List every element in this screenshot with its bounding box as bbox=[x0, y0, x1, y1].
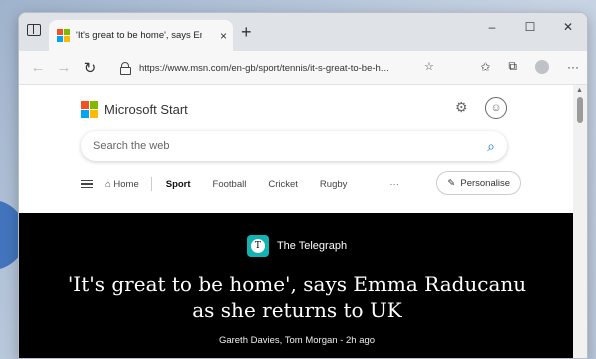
nav-home-label: Home bbox=[113, 178, 139, 190]
nav-more-button[interactable]: ··· bbox=[389, 179, 399, 190]
tab-close-icon[interactable]: × bbox=[220, 29, 227, 43]
menu-icon[interactable] bbox=[81, 180, 93, 188]
tab-strip: 'It's great to be home', says Emm × + – … bbox=[19, 13, 587, 51]
tab-title: 'It's great to be home', says Emm bbox=[76, 30, 202, 41]
search-input[interactable] bbox=[93, 140, 488, 152]
nav-item-rugby[interactable]: Rugby bbox=[320, 179, 347, 190]
lock-icon[interactable] bbox=[119, 62, 131, 75]
microsoft-logo-icon bbox=[81, 101, 98, 118]
address-bar[interactable]: https://www.msn.com/en-gb/sport/tennis/i… bbox=[119, 56, 479, 80]
browser-tab[interactable]: 'It's great to be home', says Emm × bbox=[49, 20, 233, 51]
nav-item-home[interactable]: ⌂ Home bbox=[105, 179, 139, 190]
collections-icon[interactable]: ⧉ bbox=[508, 59, 517, 74]
forward-button[interactable]: → bbox=[51, 59, 77, 76]
personalise-button[interactable]: ✎ Personalise bbox=[436, 171, 521, 195]
brand[interactable]: Microsoft Start bbox=[81, 101, 188, 118]
page-scrollbar[interactable]: ▲ bbox=[573, 85, 587, 358]
search-icon[interactable]: ⌕ bbox=[487, 138, 495, 155]
browser-window: 'It's great to be home', says Emm × + – … bbox=[18, 12, 588, 359]
url-text[interactable]: https://www.msn.com/en-gb/sport/tennis/i… bbox=[139, 63, 409, 74]
article-byline: Gareth Davies, Tom Morgan - 2h ago bbox=[218, 335, 376, 346]
page-viewport: Microsoft Start ⚙ ☺ ⌕ ⌂ Home Sport Footb… bbox=[19, 85, 575, 358]
telegraph-logo-icon: T bbox=[246, 235, 269, 257]
toolbar-icons: ✩ ⧉ ··· bbox=[480, 59, 579, 74]
tab-actions-icon[interactable] bbox=[27, 24, 41, 36]
back-button[interactable]: ← bbox=[25, 59, 51, 76]
more-options-icon[interactable]: ··· bbox=[567, 60, 579, 74]
nav-item-cricket[interactable]: Cricket bbox=[268, 179, 298, 190]
article-headline: 'It's great to be home', says Emma Raduc… bbox=[62, 271, 532, 323]
refresh-button[interactable]: ↻ bbox=[77, 59, 103, 77]
publisher-name: The Telegraph bbox=[276, 240, 348, 252]
personalise-label: Personalise bbox=[460, 177, 510, 189]
publisher[interactable]: T The Telegraph bbox=[19, 235, 575, 257]
pencil-icon: ✎ bbox=[447, 177, 456, 189]
msn-favicon-icon bbox=[57, 29, 70, 42]
minimize-button[interactable]: – bbox=[473, 13, 511, 41]
maximize-button[interactable]: ☐ bbox=[511, 13, 549, 41]
article-header: T The Telegraph 'It's great to be home',… bbox=[19, 213, 575, 358]
new-tab-button[interactable]: + bbox=[241, 22, 252, 43]
nav-item-football[interactable]: Football bbox=[213, 179, 247, 190]
close-window-button[interactable]: ✕ bbox=[549, 13, 587, 41]
window-controls: – ☐ ✕ bbox=[473, 13, 587, 41]
account-icon[interactable]: ☺ bbox=[485, 97, 507, 119]
nav-divider bbox=[150, 177, 152, 191]
favorites-icon[interactable]: ✩ bbox=[480, 60, 490, 74]
nav-item-sport[interactable]: Sport bbox=[166, 179, 191, 190]
profile-icon[interactable] bbox=[535, 59, 549, 74]
scroll-up-icon[interactable]: ▲ bbox=[576, 87, 583, 94]
section-nav: ⌂ Home Sport Football Cricket Rugby ··· … bbox=[81, 171, 521, 197]
headline-line-2: as she returns to UK bbox=[192, 298, 402, 322]
scroll-thumb[interactable] bbox=[577, 97, 583, 123]
browser-toolbar: ← → ↻ https://www.msn.com/en-gb/sport/te… bbox=[19, 51, 587, 85]
add-favorite-icon[interactable]: ☆ bbox=[424, 60, 434, 73]
headline-line-1: 'It's great to be home', says Emma Raduc… bbox=[67, 272, 527, 296]
settings-gear-icon[interactable]: ⚙ bbox=[455, 99, 468, 116]
search-box[interactable]: ⌕ bbox=[81, 131, 507, 161]
brand-name: Microsoft Start bbox=[104, 102, 188, 117]
